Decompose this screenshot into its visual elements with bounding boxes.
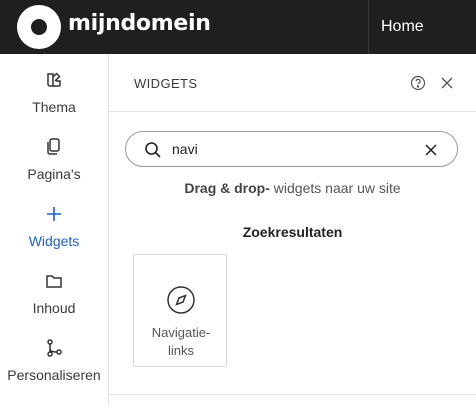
plus-icon [47, 207, 61, 221]
hint-text: widgets naar uw site [269, 180, 401, 196]
pages-icon [47, 138, 60, 155]
sidebar-item-label: Widgets [28, 233, 80, 249]
brand-name[interactable]: mijndomein [68, 11, 211, 36]
results-title: Zoekresultaten [242, 224, 343, 240]
divider [109, 394, 476, 395]
widget-card-navigatielinks[interactable]: Navigatie- links [133, 254, 227, 367]
search-input[interactable]: navi [125, 131, 458, 167]
panel-title: WIDGETS [134, 76, 198, 91]
sidebar-item-label: Thema [32, 99, 76, 115]
widgets-panel: WIDGETS navi Drag & drop- widgets naar u… [109, 54, 476, 405]
home-button[interactable]: Home [368, 0, 476, 54]
sidebar-item-inhoud[interactable]: Inhoud [0, 261, 108, 325]
widget-label-line2: links [167, 343, 194, 358]
sidebar-item-label: Personaliseren [7, 367, 101, 383]
sidebar-item-thema[interactable]: Thema [0, 60, 108, 124]
sidebar-item-widgets[interactable]: Widgets [0, 194, 108, 258]
palette-icon [47, 72, 61, 87]
panel-header: WIDGETS [109, 54, 476, 112]
branch-icon [47, 339, 62, 357]
sidebar-item-label: Pagina's [27, 166, 81, 182]
widget-label-line1: Navigatie- [151, 325, 211, 340]
help-icon[interactable] [410, 75, 426, 91]
search-value[interactable]: navi [172, 141, 198, 157]
sidebar-item-personaliseren[interactable]: Personaliseren [0, 328, 108, 392]
sidebar-item-label: Inhoud [32, 300, 76, 316]
sidebar: Thema Pagina's Widgets Inhoud Personalis… [0, 54, 109, 405]
logo-icon[interactable] [17, 5, 61, 49]
search-icon [145, 142, 161, 158]
clear-icon[interactable] [424, 143, 438, 157]
drag-drop-hint: Drag & drop- widgets naar uw site [109, 180, 476, 196]
hint-bold: Drag & drop- [184, 180, 270, 196]
widget-card-label: Navigatie- links [134, 324, 228, 360]
close-icon[interactable] [440, 76, 454, 90]
top-bar: mijndomein Home [0, 0, 476, 54]
sidebar-item-paginas[interactable]: Pagina's [0, 127, 108, 191]
folder-icon [46, 275, 62, 288]
compass-icon [167, 286, 195, 314]
